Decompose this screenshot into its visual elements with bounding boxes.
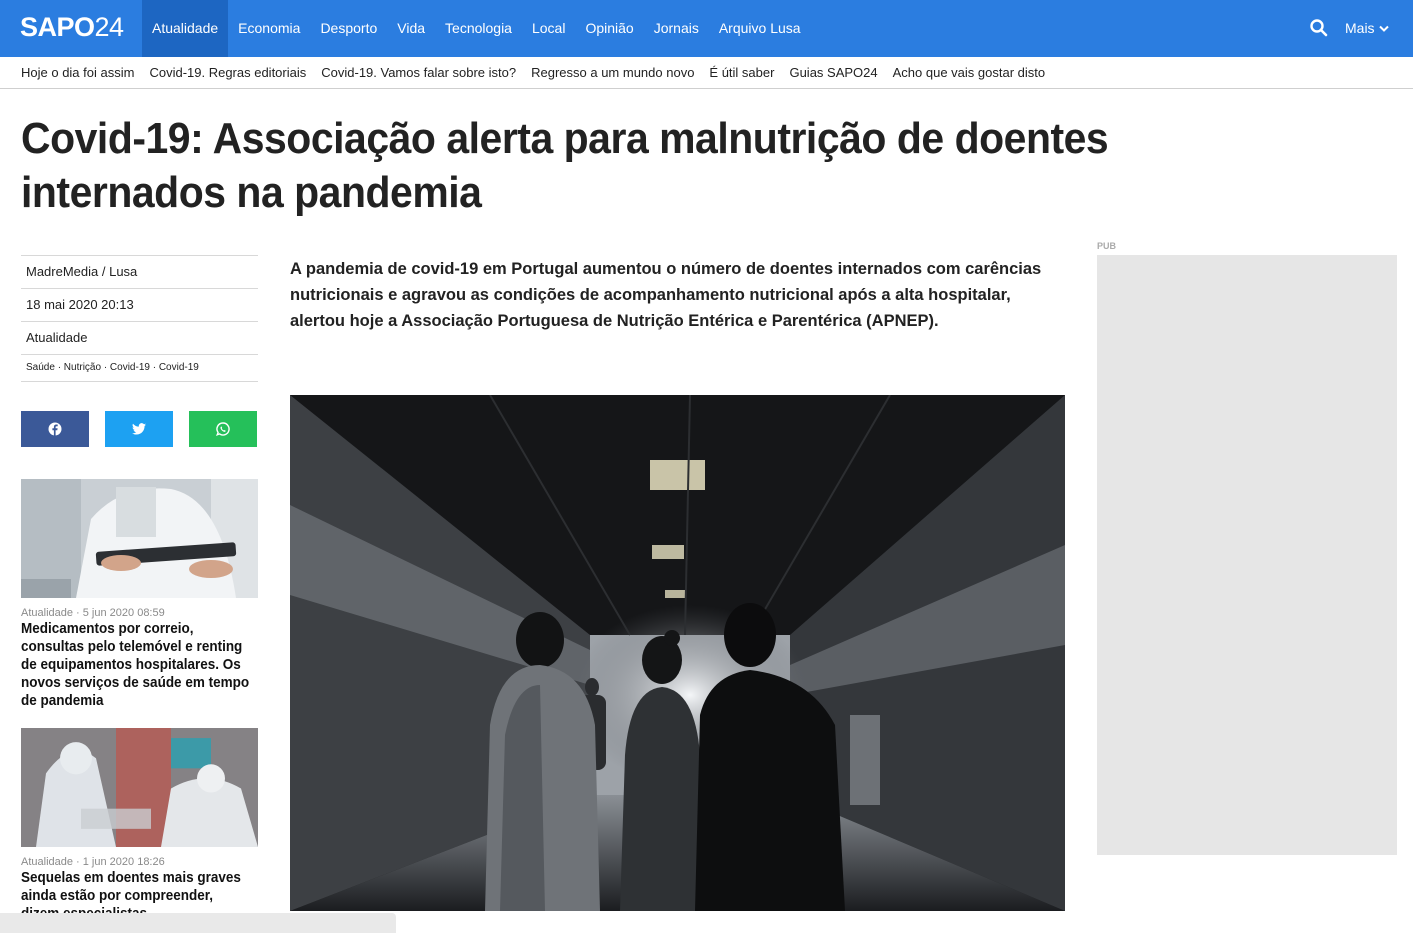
chevron-down-icon xyxy=(1378,25,1389,32)
nav-item-vida[interactable]: Vida xyxy=(387,0,435,57)
nav-item-jornais[interactable]: Jornais xyxy=(644,0,709,57)
ad-label: PUB xyxy=(1097,241,1117,251)
subnav-item-util-saber[interactable]: É útil saber xyxy=(709,58,774,88)
facebook-icon xyxy=(48,422,62,436)
whatsapp-icon xyxy=(216,422,230,436)
nav-item-desporto[interactable]: Desporto xyxy=(310,0,387,57)
bottom-status-bar xyxy=(0,913,396,933)
article-headline: Covid-19: Associação alerta para malnutr… xyxy=(21,114,1109,217)
nav-item-tecnologia[interactable]: Tecnologia xyxy=(435,0,522,57)
related-article-thumbnail[interactable] xyxy=(21,728,258,847)
nav-item-economia[interactable]: Economia xyxy=(228,0,310,57)
article-date: 18 mai 2020 20:13 xyxy=(21,288,258,321)
sapo24-logo[interactable]: SAPO 24 xyxy=(20,12,124,44)
article-lead: A pandemia de covid-19 em Portugal aumen… xyxy=(290,260,1042,330)
subnav-item-hoje[interactable]: Hoje o dia foi assim xyxy=(21,58,134,88)
article-section[interactable]: Atualidade xyxy=(21,321,258,354)
share-buttons xyxy=(21,411,257,447)
subnav-item-vamos-falar[interactable]: Covid-19. Vamos falar sobre isto? xyxy=(321,58,516,88)
related-article-card[interactable]: Atualidade · 1 jun 2020 18:26 Sequelas e… xyxy=(21,728,258,923)
more-menu-label: Mais xyxy=(1345,20,1375,36)
more-menu-button[interactable]: Mais xyxy=(1345,0,1389,57)
logo-bold-text: SAPO xyxy=(20,12,95,42)
article-main-photo xyxy=(290,395,1065,911)
share-twitter-button[interactable] xyxy=(105,411,173,447)
article-meta: MadreMedia / Lusa 18 mai 2020 20:13 Atua… xyxy=(21,255,258,382)
subnav-item-guias[interactable]: Guias SAPO24 xyxy=(789,58,877,88)
share-whatsapp-button[interactable] xyxy=(189,411,257,447)
subnav-item-acho-que-vais[interactable]: Acho que vais gostar disto xyxy=(893,58,1045,88)
related-article-kicker: Atualidade · 1 jun 2020 18:26 xyxy=(21,856,165,868)
related-article-title[interactable]: Medicamentos por correio, consultas pelo… xyxy=(21,620,255,710)
related-article-kicker: Atualidade · 5 jun 2020 08:59 xyxy=(21,607,165,619)
search-icon[interactable] xyxy=(1309,18,1329,38)
top-navigation-bar: SAPO 24 Atualidade Economia Desporto Vida… xyxy=(0,0,1413,57)
ad-placeholder[interactable] xyxy=(1097,255,1397,855)
twitter-icon xyxy=(132,423,146,435)
article-author[interactable]: MadreMedia / Lusa xyxy=(21,255,258,288)
related-article-thumbnail[interactable] xyxy=(21,479,258,598)
related-article-card[interactable]: Atualidade · 5 jun 2020 08:59 Medicament… xyxy=(21,479,258,710)
logo-light-text: 24 xyxy=(94,12,125,42)
main-nav: Atualidade Economia Desporto Vida Tecnol… xyxy=(142,0,811,57)
secondary-nav: Hoje o dia foi assim Covid-19. Regras ed… xyxy=(0,58,1413,89)
share-facebook-button[interactable] xyxy=(21,411,89,447)
subnav-item-regras-editoriais[interactable]: Covid-19. Regras editoriais xyxy=(149,58,306,88)
subnav-item-regresso[interactable]: Regresso a um mundo novo xyxy=(531,58,694,88)
article-tags[interactable]: Saúde · Nutrição · Covid-19 · Covid-19 xyxy=(21,354,258,382)
nav-item-arquivo-lusa[interactable]: Arquivo Lusa xyxy=(709,0,811,57)
nav-item-opiniao[interactable]: Opinião xyxy=(575,0,643,57)
nav-item-atualidade[interactable]: Atualidade xyxy=(142,0,229,57)
nav-item-local[interactable]: Local xyxy=(522,0,575,57)
